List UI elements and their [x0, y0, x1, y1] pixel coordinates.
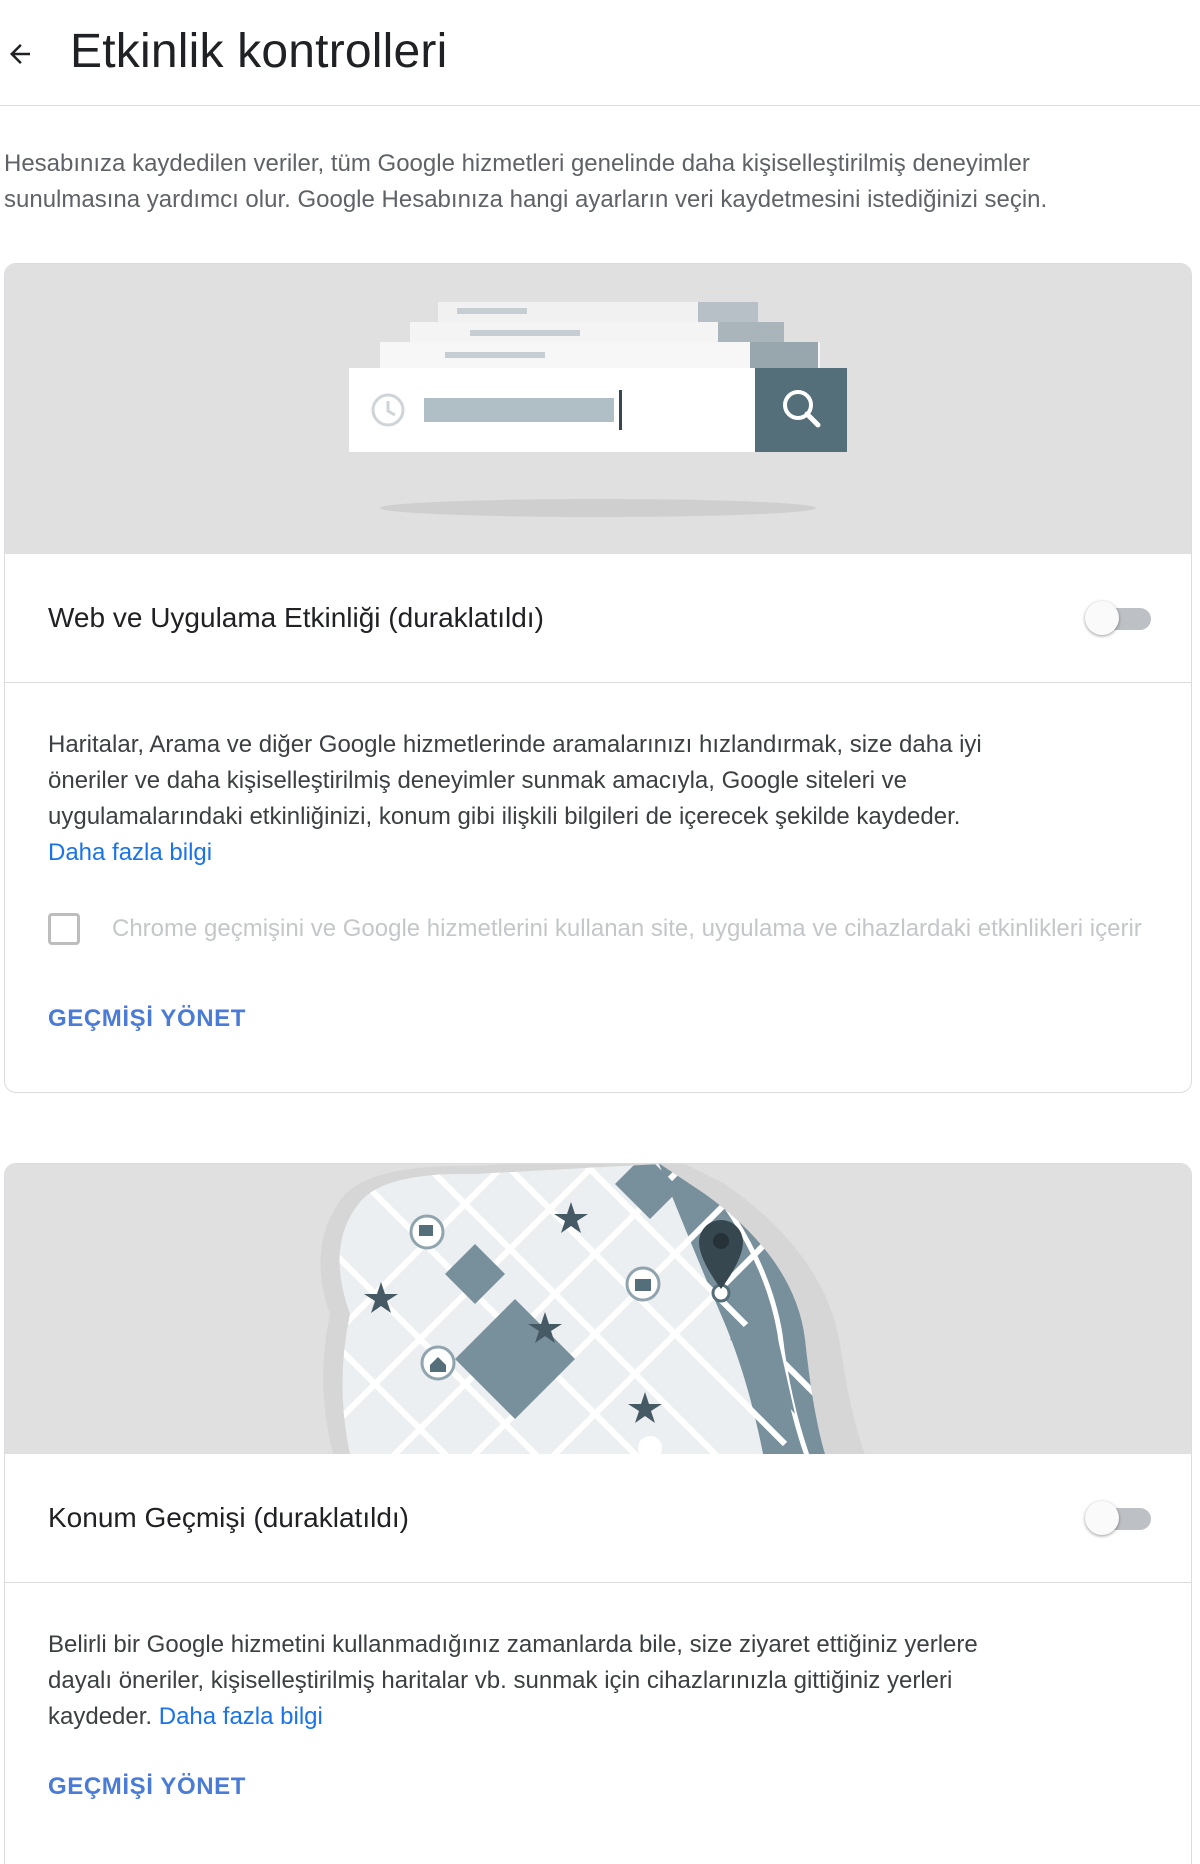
web-activity-banner [5, 264, 1191, 554]
location-history-card: Konum Geçmişi (duraklatıldı) Belirli bir… [4, 1163, 1192, 1864]
intro-text: Hesabınıza kaydedilen veriler, tüm Googl… [4, 150, 1048, 213]
location-history-learn-more-link[interactable]: Daha fazla bilgi [159, 1703, 323, 1730]
toggle-thumb [1085, 601, 1119, 635]
location-history-toggle[interactable] [1085, 1501, 1151, 1535]
web-activity-card: Web ve Uygulama Etkinliği (duraklatıldı)… [4, 263, 1192, 1093]
search-illustration [349, 302, 847, 517]
location-history-toggle-row: Konum Geçmişi (duraklatıldı) [5, 1454, 1191, 1583]
web-activity-description-text: Haritalar, Arama ve diğer Google hizmetl… [48, 731, 982, 830]
web-activity-learn-more-link[interactable]: Daha fazla bilgi [48, 839, 212, 866]
location-history-title: Konum Geçmişi (duraklatıldı) [48, 1502, 410, 1533]
chrome-history-checkbox-row: Chrome geçmişini ve Google hizmetlerini … [48, 911, 1148, 983]
page-title: Etkinlik kontrolleri [70, 25, 448, 78]
location-history-manage-history-link[interactable]: GEÇMİŞİ YÖNET [48, 1773, 246, 1801]
location-history-banner [5, 1164, 1191, 1454]
web-activity-title: Web ve Uygulama Etkinliği (duraklatıldı) [48, 602, 544, 633]
back-button[interactable] [2, 36, 38, 72]
web-activity-toggle[interactable] [1085, 601, 1151, 635]
location-history-body: Belirli bir Google hizmetini kullanmadığ… [5, 1583, 1191, 1801]
chrome-history-checkbox[interactable] [48, 913, 80, 945]
map-illustration [320, 1164, 865, 1454]
chrome-history-checkbox-label: Chrome geçmişini ve Google hizmetlerini … [112, 915, 1142, 942]
page-header: Etkinlik kontrolleri [0, 0, 1200, 106]
web-activity-toggle-row: Web ve Uygulama Etkinliği (duraklatıldı) [5, 554, 1191, 683]
back-arrow-icon [10, 44, 30, 64]
toggle-thumb [1085, 1501, 1119, 1535]
web-activity-body: Haritalar, Arama ve diğer Google hizmetl… [5, 683, 1191, 1033]
web-activity-description: Haritalar, Arama ve diğer Google hizmetl… [48, 727, 1048, 871]
web-activity-manage-history-link[interactable]: GEÇMİŞİ YÖNET [48, 1005, 246, 1033]
location-history-description: Belirli bir Google hizmetini kullanmadığ… [48, 1627, 1048, 1735]
